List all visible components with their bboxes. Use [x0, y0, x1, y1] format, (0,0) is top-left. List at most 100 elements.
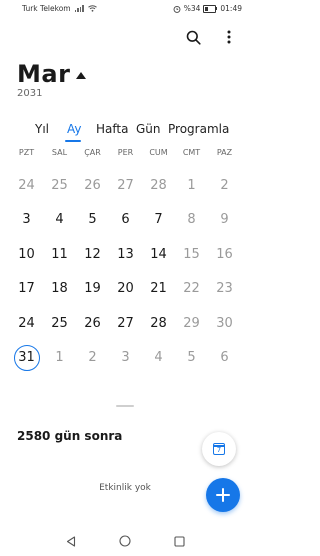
calendar-day[interactable]: 4: [142, 345, 175, 371]
day-number: 1: [187, 177, 196, 193]
calendar-day[interactable]: 5: [76, 207, 109, 233]
calendar-day[interactable]: 26: [76, 310, 109, 336]
calendar-day[interactable]: 24: [10, 310, 43, 336]
more-vertical-icon: [227, 30, 231, 44]
weekday-header: PZT SAL ÇAR PER CUM CMT PAZ: [10, 148, 242, 162]
day-number: 12: [84, 246, 101, 262]
calendar-day[interactable]: 3: [109, 345, 142, 371]
calendar-day[interactable]: 29: [175, 310, 208, 336]
battery-percent: %34: [183, 4, 201, 13]
calendar-day[interactable]: 26: [76, 172, 109, 198]
calendar-day[interactable]: 28: [142, 310, 175, 336]
drag-handle[interactable]: [116, 405, 134, 407]
day-number: 8: [187, 212, 196, 227]
day-number: 27: [117, 177, 134, 193]
calendar-day[interactable]: 9: [208, 207, 241, 233]
calendar-day[interactable]: 25: [43, 310, 76, 336]
tab-month[interactable]: Ay: [67, 122, 82, 136]
active-tab-indicator: [65, 140, 81, 142]
calendar-day[interactable]: 6: [208, 345, 241, 371]
add-event-button[interactable]: [206, 478, 240, 512]
top-actions: [184, 28, 238, 46]
weekday-thu: PER: [117, 148, 134, 157]
day-number: 26: [84, 177, 101, 193]
calendar-day-selected[interactable]: 31: [10, 345, 43, 371]
calendar-day[interactable]: 10: [10, 241, 43, 267]
day-number: 25: [51, 315, 68, 331]
battery-icon: [203, 4, 217, 13]
day-number: 18: [51, 281, 68, 296]
year-label: 2031: [17, 88, 43, 99]
day-number: 19: [84, 281, 101, 296]
calendar-day[interactable]: 7: [142, 207, 175, 233]
month-selector[interactable]: Mar: [17, 60, 87, 88]
calendar-day[interactable]: 1: [175, 172, 208, 198]
calendar-day[interactable]: 27: [109, 172, 142, 198]
tab-schedule[interactable]: Programla: [168, 122, 229, 136]
day-number: 24: [18, 315, 35, 331]
calendar-day[interactable]: 11: [43, 241, 76, 267]
calendar-day[interactable]: 24: [10, 172, 43, 198]
calendar-day[interactable]: 16: [208, 241, 241, 267]
day-number: 10: [18, 246, 35, 262]
calendar-day[interactable]: 25: [43, 172, 76, 198]
tab-week[interactable]: Hafta: [96, 122, 128, 136]
calendar-day[interactable]: 22: [175, 276, 208, 302]
calendar-day[interactable]: 15: [175, 241, 208, 267]
calendar-day[interactable]: 3: [10, 207, 43, 233]
day-number: 3: [121, 350, 130, 365]
calendar-day[interactable]: 2: [208, 172, 241, 198]
tab-day[interactable]: Gün: [136, 122, 161, 136]
calendar-day[interactable]: 1: [43, 345, 76, 371]
calendar-day[interactable]: 28: [142, 172, 175, 198]
day-number: 7: [154, 212, 163, 227]
day-number: 4: [154, 350, 163, 365]
day-number: 21: [150, 281, 167, 296]
calendar-day[interactable]: 21: [142, 276, 175, 302]
nav-back-button[interactable]: [64, 534, 78, 548]
calendar-day[interactable]: 23: [208, 276, 241, 302]
day-number: 2: [88, 350, 97, 365]
day-number: 29: [183, 315, 200, 331]
day-number: 27: [117, 315, 134, 331]
recents-icon: [173, 535, 185, 547]
more-options-button[interactable]: [220, 28, 238, 46]
calendar-day[interactable]: 20: [109, 276, 142, 302]
nav-recents-button[interactable]: [172, 534, 186, 548]
day-number: 3: [22, 212, 31, 227]
calendar-day[interactable]: 6: [109, 207, 142, 233]
day-number: 4: [55, 212, 64, 227]
go-to-today-button[interactable]: 7: [202, 432, 236, 466]
calendar-day[interactable]: 4: [43, 207, 76, 233]
calendar-day[interactable]: 2: [76, 345, 109, 371]
day-number: 16: [216, 246, 233, 262]
day-number: 28: [150, 177, 167, 193]
signal-icon: [74, 5, 84, 12]
nav-home-button[interactable]: [118, 534, 132, 548]
calendar-today-icon: 7: [213, 443, 225, 455]
search-button[interactable]: [184, 28, 202, 46]
status-left: Turk Telekom: [22, 4, 97, 13]
calendar-day[interactable]: 19: [76, 276, 109, 302]
weekday-tue: SAL: [51, 148, 68, 157]
calendar-day[interactable]: 18: [43, 276, 76, 302]
calendar-day[interactable]: 13: [109, 241, 142, 267]
calendar-day[interactable]: 5: [175, 345, 208, 371]
day-number: 1: [55, 350, 64, 365]
day-number: 5: [187, 350, 196, 365]
day-number: 9: [220, 212, 229, 227]
calendar-day[interactable]: 8: [175, 207, 208, 233]
day-number: 15: [183, 246, 200, 262]
calendar-day[interactable]: 17: [10, 276, 43, 302]
day-number: 13: [117, 246, 134, 262]
status-bar: Turk Telekom %34 01:49: [0, 0, 250, 18]
tab-year[interactable]: Yıl: [35, 122, 49, 136]
calendar-day[interactable]: 14: [142, 241, 175, 267]
weekday-sun: PAZ: [216, 148, 233, 157]
today-day-number: 7: [216, 446, 222, 454]
calendar-day[interactable]: 30: [208, 310, 241, 336]
day-number: 20: [117, 281, 134, 296]
weekday-fri: CUM: [149, 148, 168, 157]
calendar-day[interactable]: 12: [76, 241, 109, 267]
calendar-day[interactable]: 27: [109, 310, 142, 336]
